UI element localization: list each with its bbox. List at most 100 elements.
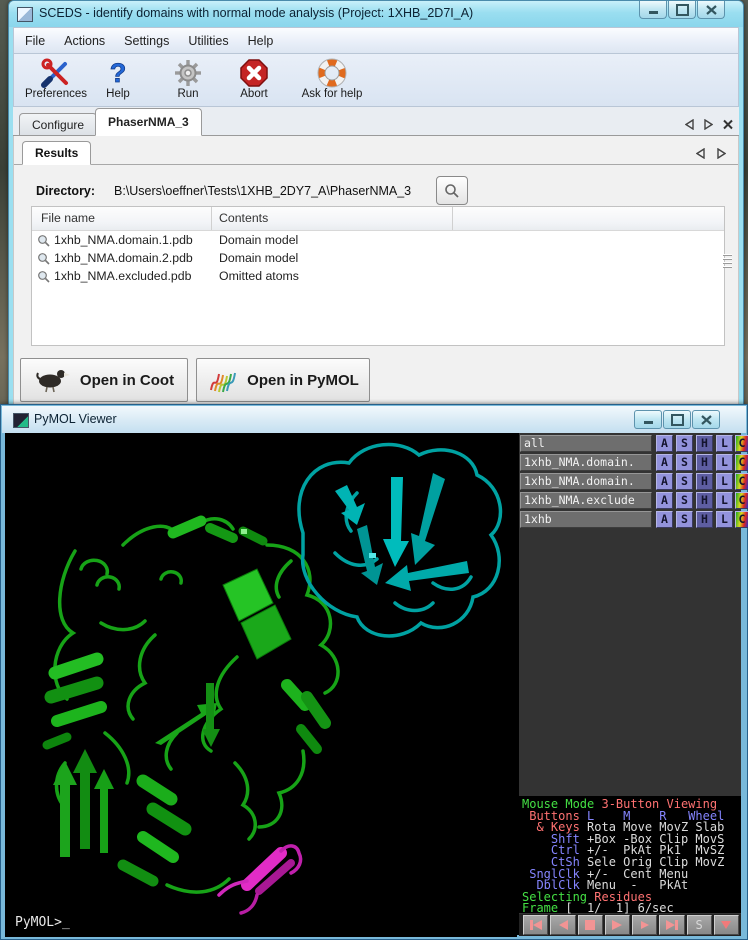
label-menu-button[interactable]: L — [716, 511, 733, 528]
step-forward-button[interactable] — [632, 915, 657, 935]
step-back-button[interactable] — [550, 915, 575, 935]
show-menu-button[interactable]: S — [676, 454, 693, 471]
fullscreen-toggle-button[interactable] — [714, 915, 739, 935]
hide-menu-button[interactable]: H — [696, 454, 713, 471]
stop-button[interactable] — [578, 915, 603, 935]
hide-menu-button[interactable]: H — [696, 473, 713, 490]
abort-button[interactable]: Abort — [226, 57, 282, 104]
minimize-icon — [649, 11, 658, 14]
close-button[interactable] — [692, 410, 720, 429]
browse-directory-button[interactable] — [436, 176, 468, 205]
results-scroll-right-icon[interactable] — [717, 148, 726, 159]
color-menu-button[interactable]: C — [735, 473, 748, 490]
object-name[interactable]: 1xhb_NMA.domain. — [520, 473, 652, 490]
menu-file[interactable]: File — [25, 34, 45, 48]
results-tab-divider — [14, 164, 738, 165]
lifebuoy-icon — [317, 57, 347, 88]
pymol-titlebar[interactable]: PyMOL Viewer — [2, 406, 746, 433]
preferences-button[interactable]: Preferences — [18, 57, 94, 104]
minimize-button[interactable] — [639, 1, 667, 19]
menu-settings[interactable]: Settings — [124, 34, 169, 48]
tab-phasernma-3[interactable]: PhaserNMA_3 — [95, 108, 202, 136]
show-menu-button[interactable]: S — [676, 435, 693, 452]
label-menu-button[interactable]: L — [716, 473, 733, 490]
help-button[interactable]: ? Help — [96, 57, 140, 104]
table-header[interactable]: File name Contents — [32, 207, 724, 231]
tab-close-icon[interactable] — [723, 119, 733, 130]
tab-scroll-left-icon[interactable] — [685, 119, 694, 130]
ask-for-help-button[interactable]: Ask for help — [288, 57, 376, 104]
column-file-name[interactable]: File name — [41, 211, 95, 225]
down-triangle-icon — [720, 920, 732, 930]
pymol-command-prompt[interactable]: PyMOL>_ — [15, 915, 70, 930]
mouse-mode-panel[interactable]: Mouse Mode 3-Button Viewing Buttons L M … — [519, 796, 741, 913]
play-button[interactable] — [605, 915, 630, 935]
open-in-coot-button[interactable]: Open in Coot — [20, 358, 188, 402]
object-name[interactable]: 1xhb — [520, 511, 652, 528]
color-menu-button[interactable]: C — [735, 454, 748, 471]
label-menu-button[interactable]: L — [716, 435, 733, 452]
column-divider[interactable] — [211, 207, 212, 230]
directory-value: B:\Users\oeffner\Tests\1XHB_2DY7_A\Phase… — [114, 184, 411, 198]
sceds-window-controls — [638, 1, 725, 19]
color-menu-button[interactable]: C — [735, 511, 748, 528]
file-name[interactable]: 1xhb_NMA.excluded.pdb — [54, 269, 191, 283]
tab-results[interactable]: Results — [22, 141, 91, 165]
close-button[interactable] — [697, 1, 725, 19]
file-name[interactable]: 1xhb_NMA.domain.1.pdb — [54, 233, 193, 247]
label-menu-button[interactable]: L — [716, 492, 733, 509]
hide-menu-button[interactable]: H — [696, 435, 713, 452]
maximize-button[interactable] — [668, 1, 696, 19]
open-in-pymol-label: Open in PyMOL — [247, 372, 359, 389]
sceds-titlebar[interactable]: SCEDS - identify domains with normal mod… — [9, 1, 743, 27]
show-menu-button[interactable]: S — [676, 492, 693, 509]
action-menu-button[interactable]: A — [656, 492, 673, 509]
table-row[interactable]: 1xhb_NMA.excluded.pdb Omitted atoms — [32, 268, 724, 286]
fast-forward-button[interactable] — [659, 915, 684, 935]
hide-menu-button[interactable]: H — [696, 492, 713, 509]
preferences-label: Preferences — [25, 88, 87, 100]
action-buttons-row: Open in Coot Open in PyMOL — [14, 358, 738, 405]
file-table[interactable]: File name Contents 1xhb_NMA.domain.1.pdb… — [31, 206, 725, 346]
menu-help[interactable]: Help — [248, 34, 274, 48]
menu-utilities[interactable]: Utilities — [188, 34, 228, 48]
scene-button[interactable]: S — [687, 915, 712, 935]
label-menu-button[interactable]: L — [716, 454, 733, 471]
file-contents: Domain model — [219, 251, 298, 265]
column-divider[interactable] — [452, 207, 453, 230]
sceds-window: SCEDS - identify domains with normal mod… — [8, 0, 744, 405]
column-contents[interactable]: Contents — [219, 211, 268, 225]
action-menu-button[interactable]: A — [656, 511, 673, 528]
hide-menu-button[interactable]: H — [696, 511, 713, 528]
object-name[interactable]: 1xhb_NMA.exclude — [520, 492, 652, 509]
question-icon: ? — [106, 57, 130, 88]
tab-configure[interactable]: Configure — [19, 113, 97, 136]
object-name[interactable]: 1xhb_NMA.domain. — [520, 454, 652, 471]
abort-label: Abort — [240, 88, 268, 100]
maximize-button[interactable] — [663, 410, 691, 429]
table-row[interactable]: 1xhb_NMA.domain.2.pdb Domain model — [32, 250, 724, 268]
minimize-button[interactable] — [634, 410, 662, 429]
results-scroll-left-icon[interactable] — [696, 148, 705, 159]
rewind-button[interactable] — [523, 915, 548, 935]
action-menu-button[interactable]: A — [656, 454, 673, 471]
object-row: 1xhb_NMA.exclude A S H L C — [520, 492, 748, 509]
gear-icon — [173, 57, 203, 88]
splitter-grip[interactable] — [723, 254, 732, 268]
show-menu-button[interactable]: S — [676, 473, 693, 490]
color-menu-button[interactable]: C — [735, 435, 748, 452]
menu-actions[interactable]: Actions — [64, 34, 105, 48]
object-name[interactable]: all — [520, 435, 652, 452]
action-menu-button[interactable]: A — [656, 435, 673, 452]
file-name[interactable]: 1xhb_NMA.domain.2.pdb — [54, 251, 193, 265]
tab-scroll-right-icon[interactable] — [704, 119, 713, 130]
pymol-window-title: PyMOL Viewer — [34, 412, 117, 426]
molecule-viewport[interactable]: PyMOL>_ — [5, 433, 517, 937]
object-row: 1xhb_NMA.domain. A S H L C — [520, 454, 748, 471]
show-menu-button[interactable]: S — [676, 511, 693, 528]
color-menu-button[interactable]: C — [735, 492, 748, 509]
open-in-pymol-button[interactable]: Open in PyMOL — [196, 358, 370, 402]
run-button[interactable]: Run — [160, 57, 216, 104]
action-menu-button[interactable]: A — [656, 473, 673, 490]
table-row[interactable]: 1xhb_NMA.domain.1.pdb Domain model — [32, 232, 724, 250]
